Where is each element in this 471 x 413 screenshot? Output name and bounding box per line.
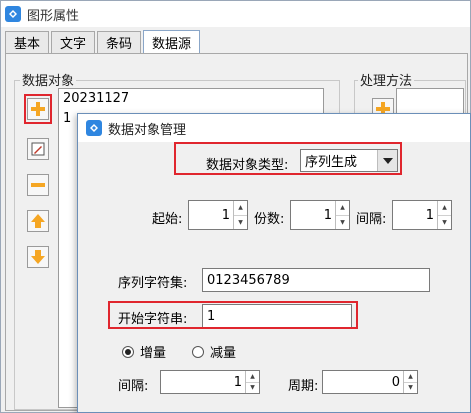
processing-group-title: 处理方法 [358, 70, 415, 89]
spin-down-icon[interactable]: ▼ [234, 214, 247, 230]
copies-stepper[interactable]: 1 ▲ ▼ [290, 200, 350, 230]
tab-basic[interactable]: 基本 [5, 31, 50, 53]
radio-unselected-icon [192, 345, 204, 358]
interval-label: 间隔: [356, 212, 387, 227]
step-stepper[interactable]: 1 ▲ ▼ [160, 370, 260, 394]
add-button-highlight [24, 94, 52, 124]
increment-radio[interactable]: 增量 [122, 342, 166, 361]
period-value: 0 [391, 374, 400, 390]
radio-selected-icon [122, 345, 134, 358]
window-title: 图形属性 [27, 8, 80, 24]
spin-up-icon[interactable]: ▲ [336, 201, 349, 215]
spin-down-icon[interactable]: ▼ [404, 381, 417, 394]
spin-down-icon[interactable]: ▼ [246, 381, 259, 394]
move-up-icon [31, 214, 45, 228]
tab-barcode[interactable]: 条码 [97, 31, 142, 53]
remove-button[interactable] [27, 174, 49, 196]
data-object-manager-dialog: 数据对象管理 数据对象类型: 序列生成 起始: 1 ▲ ▼ 份数: 1 ▲ ▼ 间隔… [77, 113, 471, 413]
tab-data-source[interactable]: 数据源 [143, 30, 201, 54]
start-label: 起始: [152, 212, 183, 227]
period-label: 周期: [288, 379, 319, 394]
start-stepper[interactable]: 1 ▲ ▼ [188, 200, 248, 230]
spin-up-icon[interactable]: ▲ [438, 201, 451, 215]
spin-up-icon[interactable]: ▲ [234, 201, 247, 215]
decrement-label: 减量 [210, 346, 237, 361]
charset-input[interactable]: 0123456789 [202, 268, 430, 292]
spin-down-icon[interactable]: ▼ [438, 214, 451, 230]
edit-button[interactable] [27, 138, 49, 160]
step-value: 1 [233, 374, 242, 390]
edit-icon [31, 142, 45, 156]
step-label: 间隔: [118, 379, 149, 394]
dialog-titlebar: 数据对象管理 [78, 114, 470, 142]
window-titlebar: 图形属性 [1, 1, 470, 27]
spin-down-icon[interactable]: ▼ [336, 214, 349, 230]
move-up-button[interactable] [27, 210, 49, 232]
increment-label: 增量 [140, 346, 167, 361]
copies-value: 1 [323, 207, 332, 223]
period-stepper[interactable]: 0 ▲ ▼ [322, 370, 418, 394]
interval-value: 1 [425, 207, 434, 223]
dialog-title: 数据对象管理 [108, 122, 187, 138]
copies-label: 份数: [254, 212, 285, 227]
list-item[interactable]: 20231127 [59, 89, 323, 109]
app-logo-icon [86, 120, 102, 136]
data-object-group-title: 数据对象 [20, 70, 77, 89]
app-logo-icon [5, 6, 21, 22]
start-string-highlight [108, 301, 358, 329]
tab-text[interactable]: 文字 [51, 31, 96, 53]
spin-up-icon[interactable]: ▲ [246, 371, 259, 382]
interval-stepper[interactable]: 1 ▲ ▼ [392, 200, 452, 230]
remove-icon [31, 183, 45, 187]
charset-label: 序列字符集: [118, 276, 188, 291]
decrement-radio[interactable]: 减量 [192, 342, 236, 361]
tab-strip: 基本 文字 条码 数据源 [5, 29, 202, 54]
spin-up-icon[interactable]: ▲ [404, 371, 417, 382]
move-down-button[interactable] [27, 246, 49, 268]
move-down-icon [31, 250, 45, 264]
type-select-highlight [174, 142, 402, 175]
start-value: 1 [221, 207, 230, 223]
